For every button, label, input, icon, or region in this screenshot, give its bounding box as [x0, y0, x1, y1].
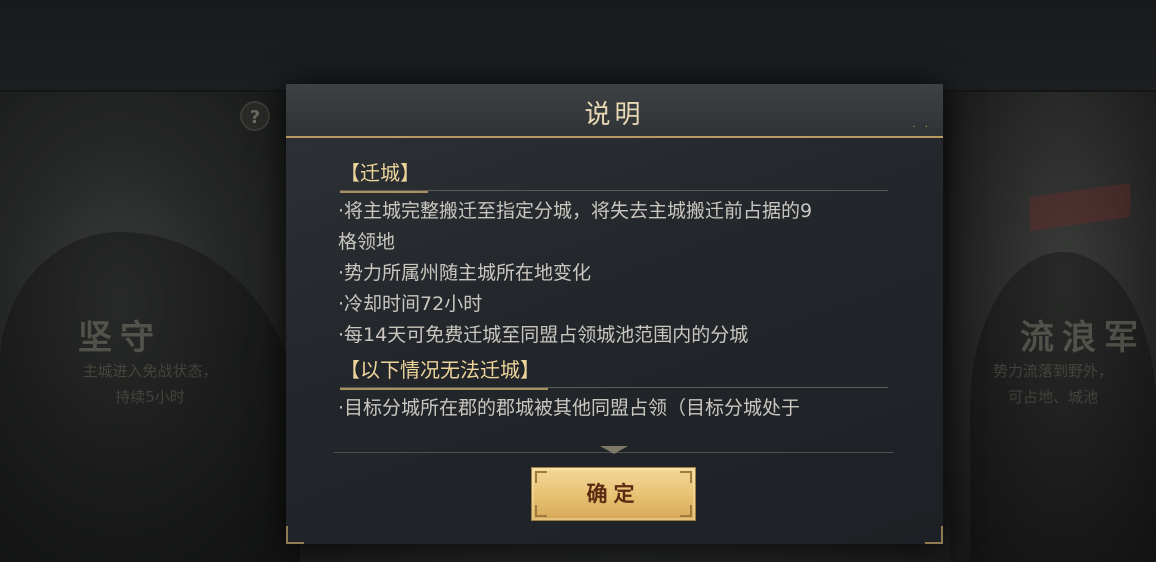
- confirm-button[interactable]: 确定: [531, 467, 696, 521]
- section-title: 【迁城】: [340, 158, 428, 193]
- right-card-desc-line: 势力流落到野外，: [992, 362, 1113, 380]
- corner-ornament: [925, 526, 943, 544]
- section-title: 【以下情况无法迁城】: [340, 355, 548, 390]
- section-divider: [340, 387, 888, 388]
- info-line: 格领地: [338, 231, 396, 253]
- background-left-card: 坚守 主城进入免战状态， 持续5小时: [0, 92, 300, 562]
- confirm-button-label: 确定: [586, 482, 641, 506]
- dialog-title: 说明: [584, 100, 645, 130]
- left-card-title: 坚守: [78, 318, 162, 358]
- right-card-description: 势力流落到野外， 可占地、城池: [950, 358, 1156, 410]
- right-card-title: 流浪军: [1020, 318, 1146, 358]
- section-divider: [340, 190, 888, 191]
- header-ornament: · ·: [912, 122, 931, 133]
- background-right-card: 流浪军 势力流落到野外， 可占地、城池: [950, 92, 1156, 562]
- left-card-desc-line: 持续5小时: [115, 388, 185, 406]
- info-line: ·势力所属州随主城所在地变化: [338, 262, 592, 284]
- left-card-desc-line: 主城进入免战状态，: [82, 362, 218, 380]
- section-heading-relocate: 【迁城】: [340, 158, 894, 193]
- left-card-description: 主城进入免战状态， 持续5小时: [0, 358, 300, 410]
- section-heading-restrictions: 【以下情况无法迁城】: [340, 355, 894, 390]
- info-dialog: 说明 · · 【迁城】 ·将主城完整搬迁至指定分城，将失去主城搬迁前占据的9 格…: [286, 84, 943, 544]
- info-line: ·冷却时间72小时: [338, 293, 483, 315]
- dialog-scroll-content[interactable]: 【迁城】 ·将主城完整搬迁至指定分城，将失去主城搬迁前占据的9 格领地 ·势力所…: [338, 158, 894, 453]
- scroll-down-arrow-icon: [600, 446, 628, 454]
- right-card-desc-line: 可占地、城池: [1007, 388, 1098, 406]
- info-line: ·将主城完整搬迁至指定分城，将失去主城搬迁前占据的9: [338, 200, 813, 222]
- info-line: ·目标分城所在郡的郡城被其他同盟占领（目标分城处于: [338, 397, 801, 419]
- info-line: ·每14天可免费迁城至同盟占领城池范围内的分城: [338, 324, 749, 346]
- background-top: [0, 0, 1156, 90]
- corner-ornament: [286, 526, 304, 544]
- dialog-header: 说明 · ·: [286, 84, 943, 138]
- question-mark-icon[interactable]: ?: [240, 101, 270, 131]
